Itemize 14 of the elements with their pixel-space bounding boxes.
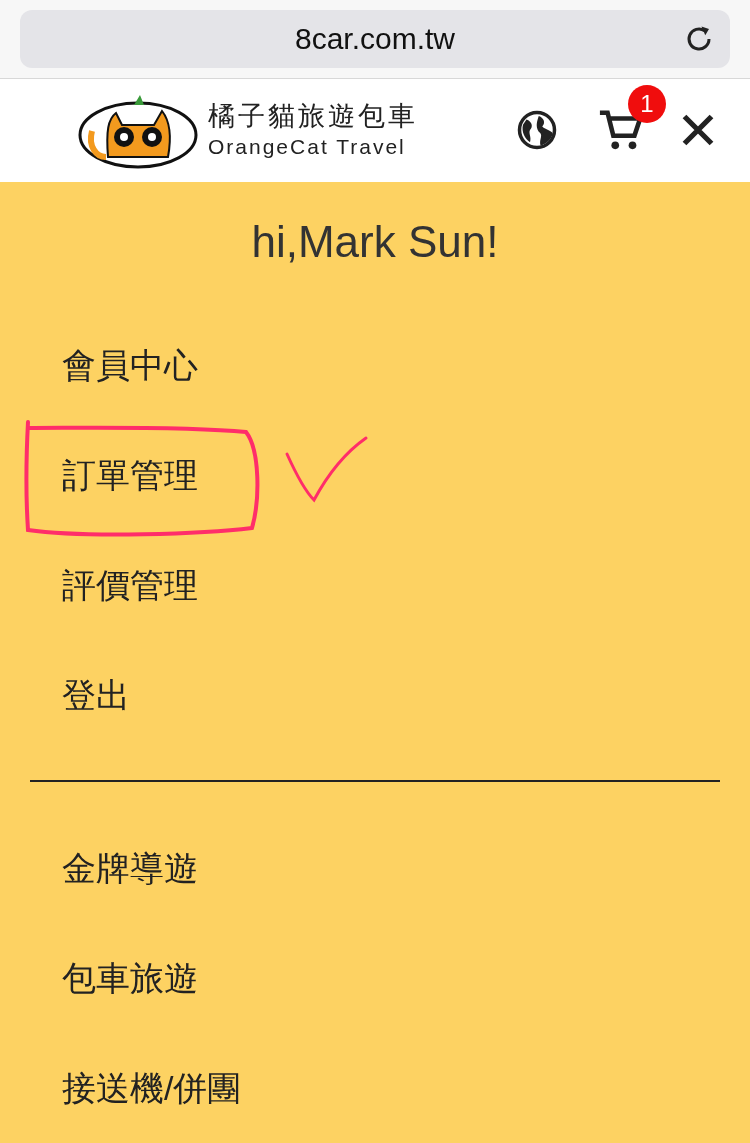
menu-item[interactable]: 會員中心 [62,348,198,382]
url-text: 8car.com.tw [294,21,456,58]
logo-subtitle: OrangeCat Travel [208,134,407,160]
menu-item[interactable]: 金牌導遊 [62,851,198,885]
logo-title: 橘子貓旅遊包車 [208,100,418,134]
menu-item[interactable]: 登出 [62,678,130,712]
menu-item[interactable]: 評價管理 [62,568,198,602]
menu-item[interactable]: 訂單管理 [62,458,198,492]
menu-item[interactable]: 接送機/併團 [62,1071,242,1105]
cart-count-badge: 1 [628,85,666,124]
greeting: hi,Mark Sun! [251,216,499,268]
menu-item[interactable]: 包車旅遊 [62,961,198,995]
globe-icon[interactable] [516,109,558,152]
address-bar[interactable]: 8car.com.tw [20,9,730,68]
